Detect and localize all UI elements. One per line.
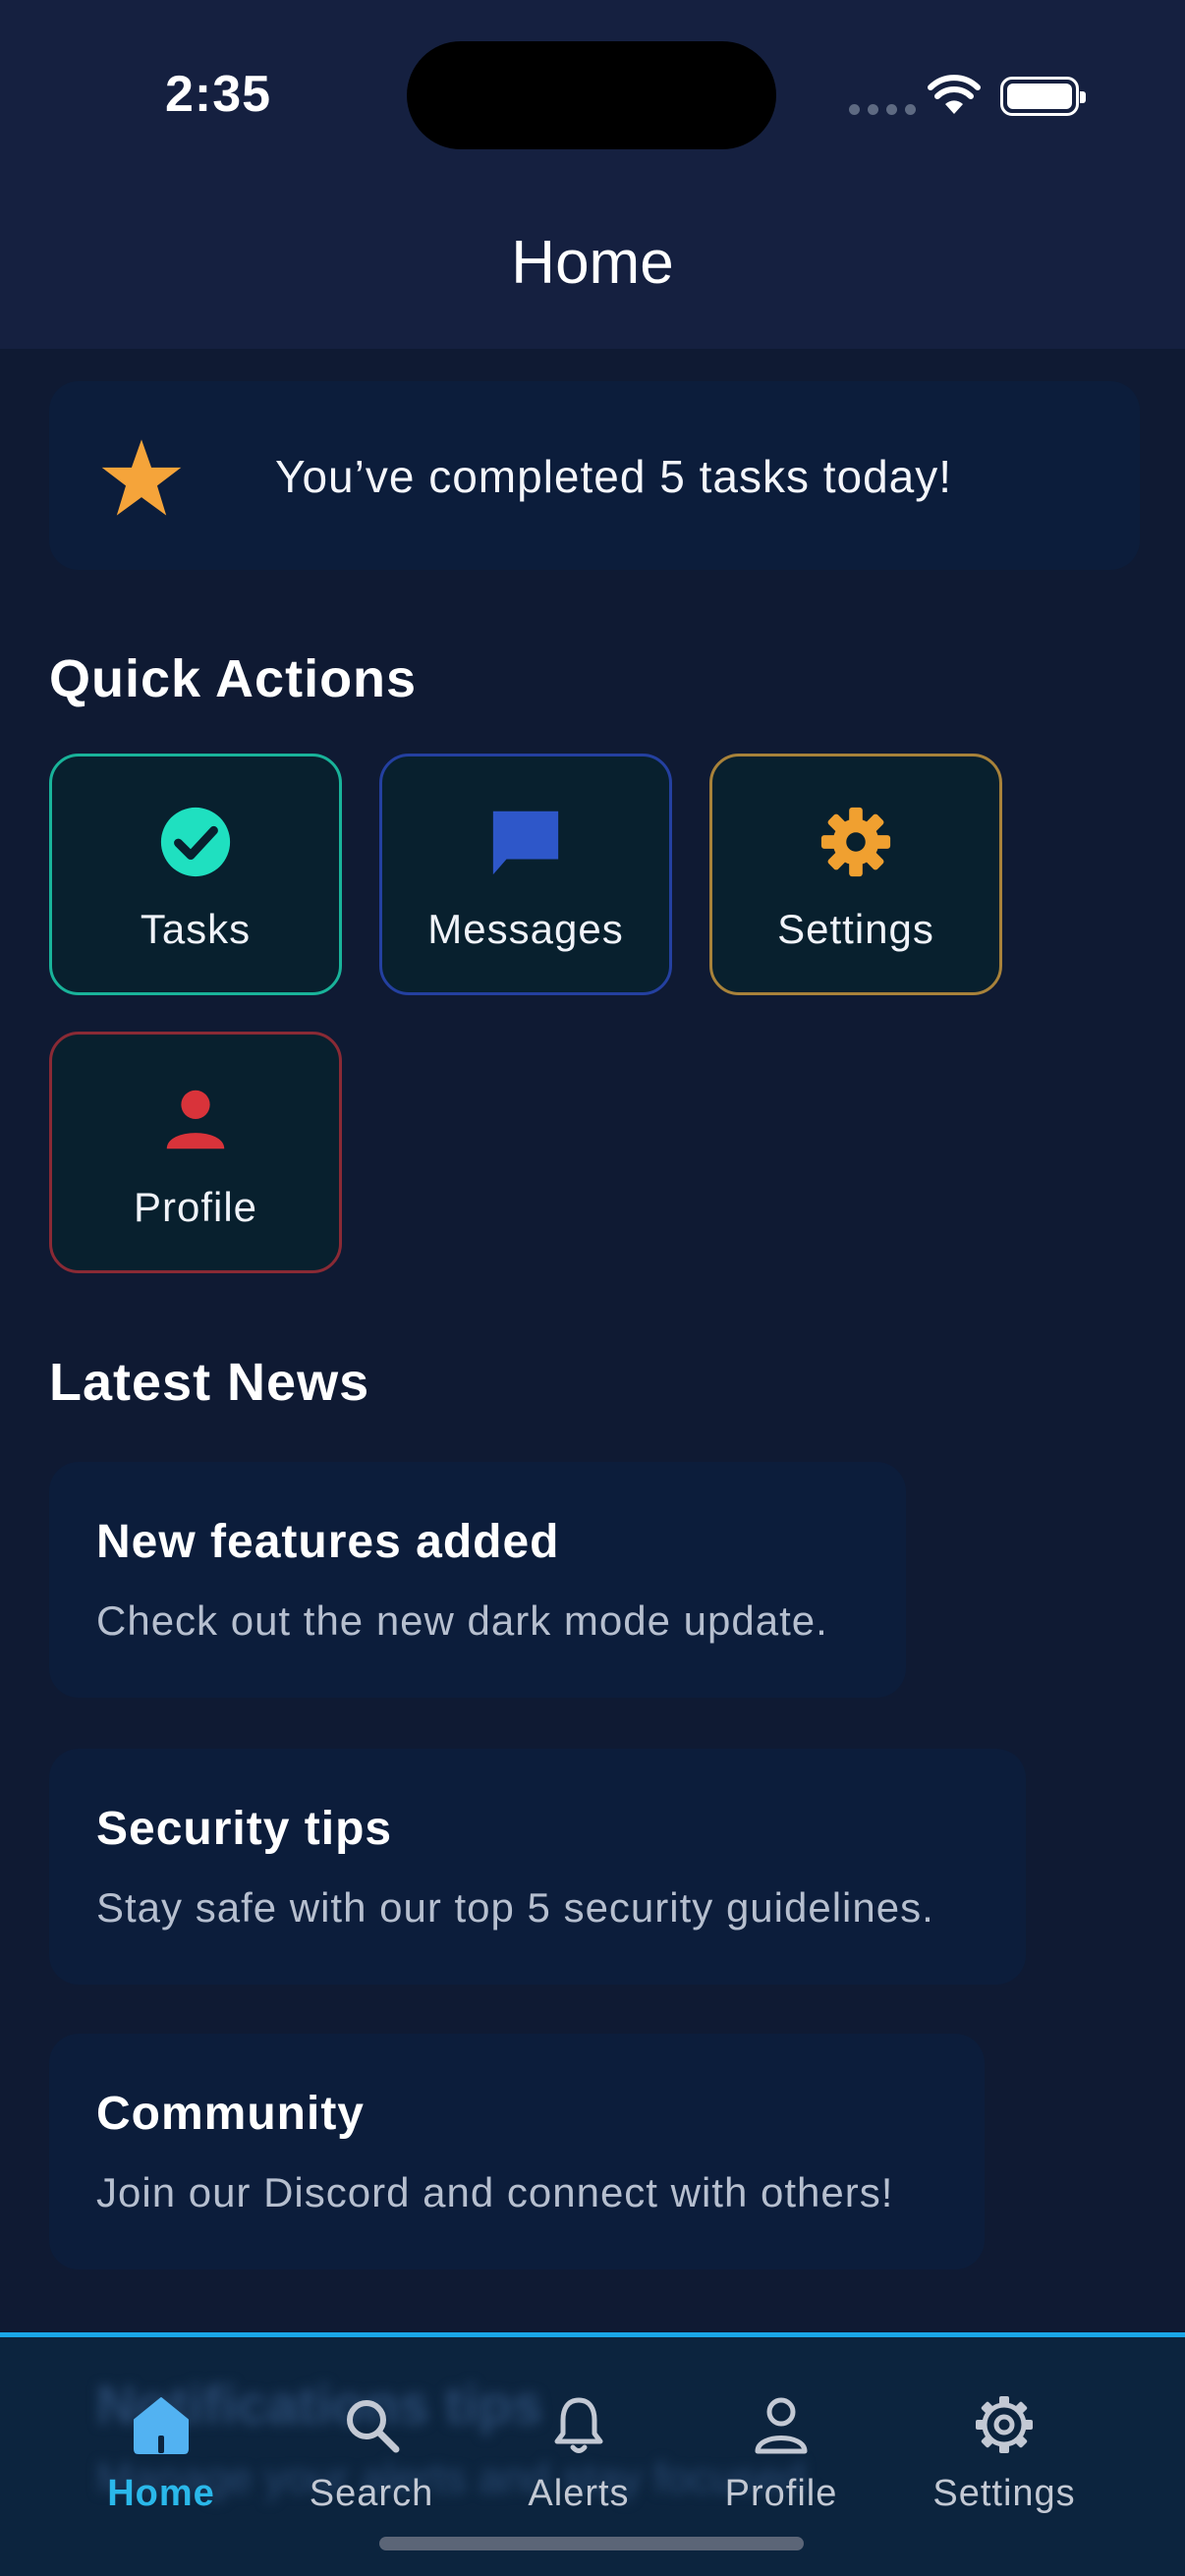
tab-label: Settings	[932, 2473, 1076, 2514]
page-title: Home	[511, 229, 674, 297]
quick-action-tasks[interactable]: Tasks	[49, 754, 342, 995]
news-card[interactable]: Security tips Stay safe with our top 5 s…	[49, 1749, 1026, 1985]
latest-news-title: Latest News	[49, 1353, 370, 1412]
tab-search[interactable]: Search	[273, 2392, 470, 2515]
quick-action-label: Profile	[133, 1184, 258, 1230]
achievement-banner: You’ve completed 5 tasks today!	[49, 381, 1140, 570]
tab-profile[interactable]: Profile	[683, 2392, 879, 2515]
tab-label: Profile	[724, 2473, 838, 2514]
tab-label: Alerts	[528, 2473, 630, 2514]
tab-label: Search	[309, 2473, 434, 2514]
person-icon	[166, 1090, 225, 1149]
gear-outline-icon	[976, 2396, 1033, 2453]
wifi-icon	[928, 75, 981, 114]
status-time: 2:35	[165, 66, 272, 123]
quick-action-messages[interactable]: Messages	[379, 754, 672, 995]
dynamic-island	[407, 41, 776, 149]
battery-icon	[1000, 77, 1086, 116]
check-circle-icon	[160, 807, 231, 877]
news-card[interactable]: New features added Check out the new dar…	[49, 1462, 906, 1698]
quick-actions-title: Quick Actions	[49, 649, 418, 708]
news-card-body: Check out the new dark mode update.	[96, 1597, 828, 1644]
news-card-body: Join our Discord and connect with others…	[96, 2169, 894, 2215]
tab-home[interactable]: Home	[63, 2392, 259, 2515]
gear-icon	[820, 807, 891, 877]
quick-action-label: Tasks	[140, 906, 252, 952]
news-card-title: Security tips	[96, 1803, 393, 1855]
news-card-body: Stay safe with our top 5 security guidel…	[96, 1884, 934, 1931]
news-card[interactable]: Community Join our Discord and connect w…	[49, 2034, 985, 2269]
tab-label: Home	[107, 2473, 215, 2514]
bell-icon	[554, 2397, 603, 2453]
news-card-title: New features added	[96, 1516, 560, 1568]
person-outline-icon	[755, 2397, 808, 2454]
chat-bubble-icon	[492, 811, 559, 875]
news-card-title: Community	[96, 2088, 365, 2140]
search-icon	[347, 2400, 400, 2453]
quick-action-label: Settings	[777, 906, 934, 952]
quick-action-label: Messages	[427, 906, 624, 952]
home-screen: 2:35 Home You’ve completed 5 tasks today…	[0, 0, 1185, 2576]
home-indicator[interactable]	[379, 2537, 804, 2550]
home-icon	[134, 2397, 189, 2454]
tab-settings[interactable]: Settings	[906, 2392, 1102, 2515]
top-bar: 2:35 Home	[0, 0, 1185, 349]
star-icon	[101, 439, 182, 516]
tab-alerts[interactable]: Alerts	[480, 2392, 677, 2515]
quick-action-settings[interactable]: Settings	[709, 754, 1002, 995]
banner-text: You’ve completed 5 tasks today!	[275, 451, 953, 502]
cellular-signal-icon	[849, 104, 916, 115]
quick-action-profile[interactable]: Profile	[49, 1032, 342, 1273]
